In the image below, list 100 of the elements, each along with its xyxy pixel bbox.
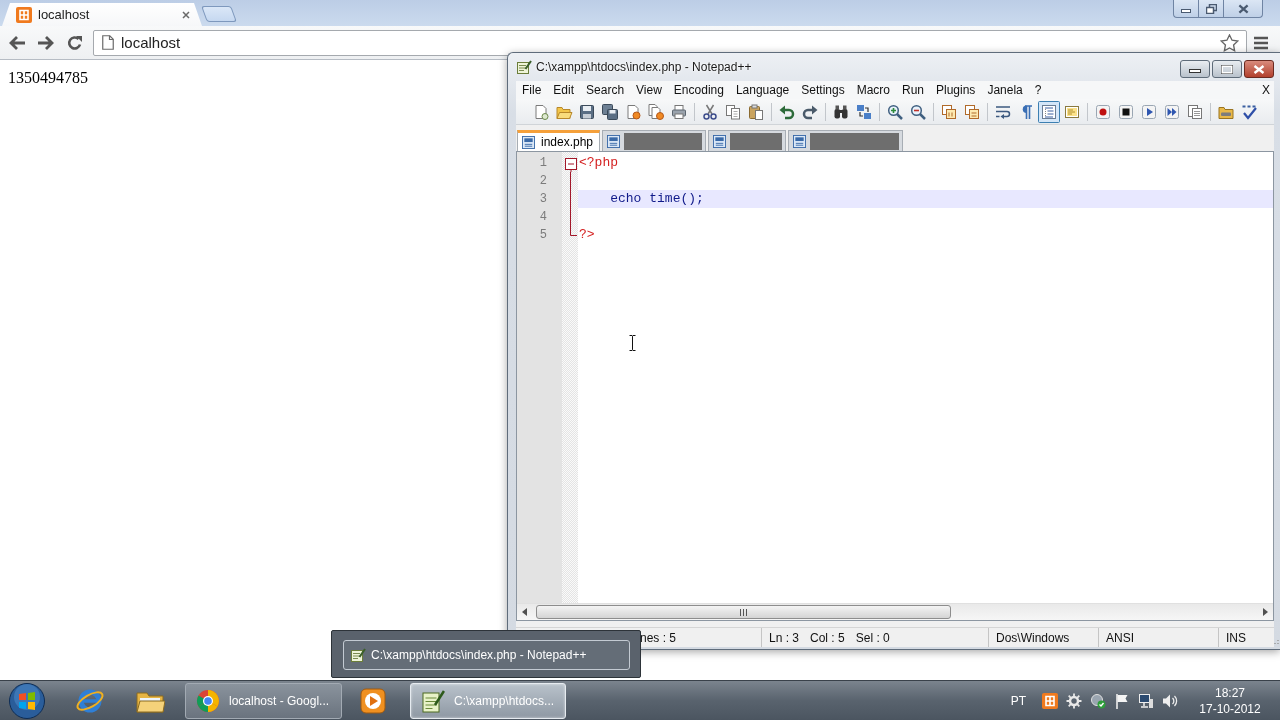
code-line: ?>	[578, 226, 596, 244]
menu-item[interactable]: View	[630, 83, 668, 97]
close-button[interactable]	[1244, 60, 1274, 78]
menu-item[interactable]: File	[516, 83, 548, 97]
scissors-icon[interactable]	[701, 103, 718, 120]
close-file-icon[interactable]	[624, 103, 641, 120]
menu-item[interactable]: Edit	[547, 83, 581, 97]
menu-item[interactable]: Run	[896, 83, 930, 97]
play-icon[interactable]	[359, 686, 387, 715]
back-arrow-icon[interactable]	[8, 34, 26, 51]
window-title: C:\xampp\htdocs\index.php - Notepad++	[536, 60, 752, 74]
flag-icon[interactable]	[1114, 692, 1130, 709]
right-arrow-icon[interactable]	[1262, 608, 1268, 616]
word-wrap-icon[interactable]	[994, 103, 1011, 120]
preview-item[interactable]: C:\xampp\htdocs\index.php - Notepad++	[343, 640, 630, 670]
close-button[interactable]	[1223, 0, 1263, 18]
browser-tab[interactable]: localhost	[2, 3, 202, 26]
menu-item[interactable]: Language	[729, 83, 796, 97]
status-text: Col : 5	[810, 630, 845, 645]
address-field[interactable]: localhost	[93, 29, 1247, 56]
minimize-button[interactable]	[1180, 60, 1210, 78]
file-icon	[522, 135, 535, 149]
menu-item[interactable]: Macro	[850, 83, 896, 97]
line-number: 4	[538, 209, 548, 226]
stop-icon[interactable]	[1117, 103, 1134, 120]
minimize-button[interactable]	[1173, 0, 1198, 18]
taskbar-button[interactable]: localhost - Googl...	[185, 682, 342, 719]
save-icon[interactable]	[578, 103, 595, 120]
binoculars-icon[interactable]	[832, 103, 849, 120]
line-number: 5	[538, 227, 548, 244]
minimize-icon	[1181, 9, 1191, 13]
close-icon[interactable]	[182, 10, 190, 19]
check-badge-icon[interactable]	[1090, 692, 1106, 709]
menu-item[interactable]: Janela	[981, 83, 1029, 97]
speaker-icon[interactable]	[1162, 692, 1178, 709]
close-menu-item[interactable]: X	[1256, 83, 1274, 97]
restore-icon	[1205, 3, 1217, 14]
line-number: 2	[538, 173, 548, 190]
new-file-icon[interactable]	[532, 103, 549, 120]
close-icon	[1237, 3, 1249, 14]
clipboard-icon[interactable]	[747, 103, 764, 120]
status-text: Sel : 0	[855, 630, 890, 645]
zoom-out-icon[interactable]	[909, 103, 926, 120]
horizontal-scrollbar[interactable]	[517, 603, 1273, 620]
minimize-icon	[1189, 69, 1201, 73]
zoom-in-icon[interactable]	[886, 103, 903, 120]
status-text: INS	[1226, 630, 1246, 645]
status-text: Dos\Windows	[996, 630, 1070, 645]
document-tab[interactable]	[708, 130, 787, 151]
spellcheck-icon[interactable]	[1240, 103, 1257, 120]
document-tab[interactable]	[602, 130, 707, 151]
undo-icon[interactable]	[778, 103, 795, 120]
document-tab[interactable]: index.php	[517, 130, 601, 151]
redo-icon[interactable]	[801, 103, 818, 120]
start-orb-icon[interactable]	[8, 681, 46, 720]
status-text: Ln : 3	[769, 630, 800, 645]
star-icon[interactable]	[1220, 33, 1239, 52]
notepad-icon	[516, 59, 532, 75]
left-arrow-icon[interactable]	[522, 608, 528, 616]
scrollbar-thumb[interactable]	[536, 605, 951, 619]
clock-date[interactable]: 17-10-2012	[1199, 700, 1261, 717]
forward-arrow-icon[interactable]	[37, 34, 55, 51]
menu-item[interactable]: Search	[580, 83, 631, 97]
reload-icon[interactable]	[66, 34, 84, 51]
close-all-icon[interactable]	[647, 103, 664, 120]
document-map-icon[interactable]	[1063, 103, 1080, 120]
document-tab[interactable]	[788, 130, 904, 151]
pages-icon[interactable]	[1186, 103, 1203, 120]
monitor-icon[interactable]	[1138, 692, 1154, 709]
menu-item[interactable]: Encoding	[667, 83, 730, 97]
menu-item[interactable]: Settings	[795, 83, 851, 97]
text-cursor-icon	[629, 335, 636, 351]
menu-item[interactable]: ?	[1028, 83, 1048, 97]
notepad-icon	[421, 688, 445, 713]
fold-toggle-icon[interactable]	[565, 158, 577, 172]
gear-icon[interactable]	[1066, 692, 1082, 709]
status-text: ANSI	[1106, 630, 1134, 645]
print-icon[interactable]	[670, 103, 687, 120]
line-number: 3	[538, 191, 548, 208]
save-all-icon[interactable]	[601, 103, 618, 120]
replace-icon[interactable]	[855, 103, 872, 120]
play-icon[interactable]	[1140, 103, 1157, 120]
overlapping-pages-icon[interactable]	[940, 103, 957, 120]
menu-icon[interactable]	[1254, 35, 1268, 50]
indent-guide-icon[interactable]	[1037, 100, 1060, 123]
page-icon	[102, 35, 114, 50]
restore-button[interactable]	[1198, 0, 1223, 18]
page-text: 1350494785	[8, 68, 88, 87]
line-number: 1	[538, 155, 548, 172]
copy-icon[interactable]	[724, 103, 741, 120]
record-icon[interactable]	[1094, 103, 1111, 120]
menu-item[interactable]: Plugins	[930, 83, 982, 97]
grip-icon	[740, 608, 747, 616]
clock-time[interactable]: 18:27	[1215, 684, 1245, 701]
language-indicator[interactable]: PT	[1010, 693, 1026, 708]
fast-forward-icon[interactable]	[1163, 103, 1180, 120]
maximize-icon	[1221, 64, 1233, 74]
maximize-button[interactable]	[1212, 60, 1242, 78]
overlapping-pages-icon[interactable]	[963, 103, 980, 120]
tray-logo-icon[interactable]	[1042, 692, 1058, 709]
